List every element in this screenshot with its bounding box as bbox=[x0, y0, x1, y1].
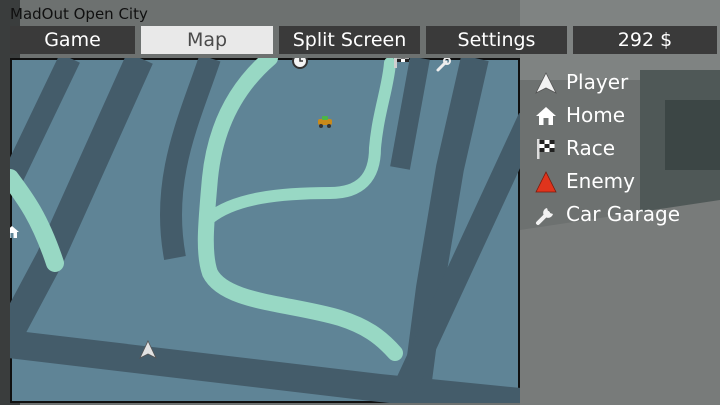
legend-item-enemy: Enemy bbox=[534, 167, 714, 197]
legend-item-home: Home bbox=[534, 101, 714, 131]
player-arrow-icon bbox=[535, 72, 557, 94]
legend-label: Car Garage bbox=[566, 202, 681, 226]
legend-label: Player bbox=[566, 70, 629, 94]
app-title: MadOut Open City bbox=[10, 5, 148, 23]
clock-icon[interactable] bbox=[292, 58, 308, 69]
tab-settings[interactable]: Settings bbox=[426, 26, 567, 54]
legend-item-car-garage: Car Garage bbox=[534, 200, 714, 230]
tab-split-screen[interactable]: Split Screen bbox=[279, 26, 420, 54]
tab-game[interactable]: Game bbox=[10, 26, 135, 54]
legend-item-player: Player bbox=[534, 68, 714, 98]
legend-label: Race bbox=[566, 136, 616, 160]
legend-label: Enemy bbox=[566, 169, 635, 193]
tab-map[interactable]: Map bbox=[141, 26, 273, 54]
home-icon bbox=[536, 107, 556, 125]
top-tab-bar: Game Map Split Screen Settings 292 $ bbox=[10, 26, 717, 54]
enemy-arrow-icon bbox=[535, 171, 557, 193]
money-display: 292 $ bbox=[573, 26, 717, 54]
wrench-icon bbox=[536, 208, 553, 225]
legend-label: Home bbox=[566, 103, 626, 127]
checkered-flag-icon bbox=[537, 139, 555, 159]
city-map[interactable] bbox=[10, 58, 520, 403]
legend-item-race: Race bbox=[534, 134, 714, 164]
